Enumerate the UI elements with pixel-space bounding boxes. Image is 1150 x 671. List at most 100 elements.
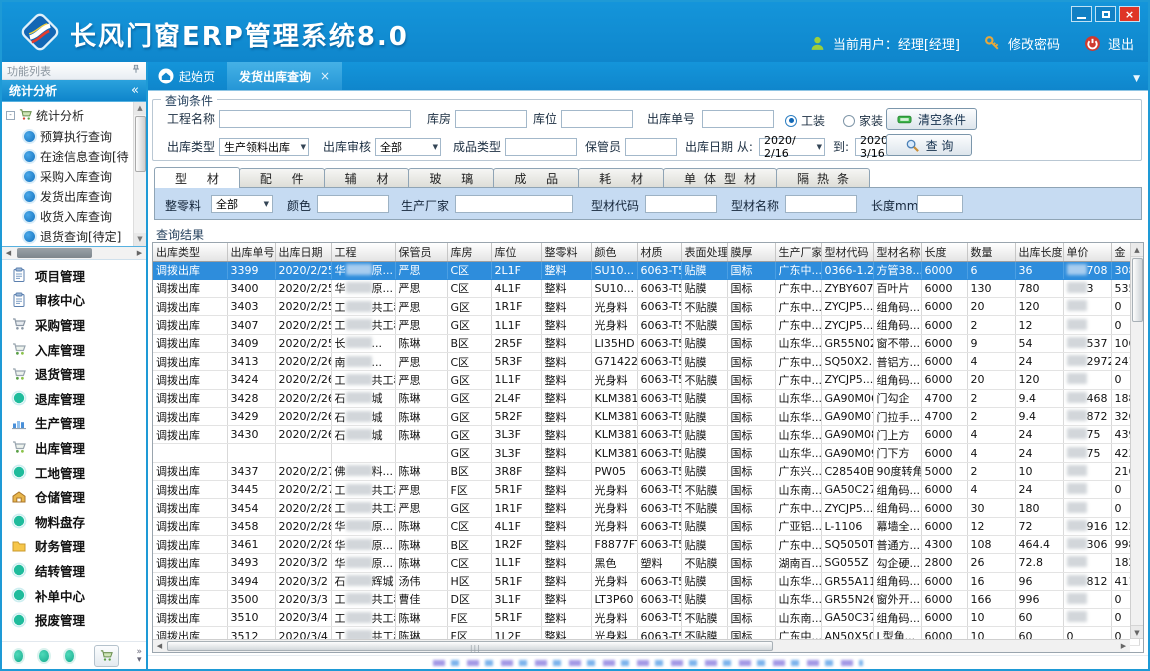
column-header[interactable]: 颜色 <box>591 243 637 261</box>
table-row[interactable]: 调拨出库34932020/3/2华原...陈琳C区1L1F整料黑色塑料不贴膜国标… <box>153 554 1139 572</box>
nav-group-item[interactable]: 结转管理 <box>2 558 146 583</box>
location-input[interactable] <box>561 110 633 128</box>
tab-home[interactable]: 起始页 <box>148 62 227 90</box>
table-row[interactable]: G区3L3F整料KLM38176063-T5贴膜国标山东华...GA90M09.… <box>153 444 1139 462</box>
column-header[interactable]: 库房 <box>447 243 491 261</box>
clear-conditions-button[interactable]: 清空条件 <box>886 108 977 130</box>
nav-group-item[interactable]: 退库管理 <box>2 386 146 411</box>
radio-selected-icon[interactable] <box>785 115 797 127</box>
table-row[interactable]: 调拨出库33992020/2/25华原...严思C区2L1F整料SU10...6… <box>153 261 1139 279</box>
table-row[interactable]: 调拨出库34452020/2/27工共工程严思F区5R1F整料光身料6063-T… <box>153 481 1139 499</box>
nav-group-item[interactable]: 财务管理 <box>2 534 146 559</box>
column-header[interactable]: 生产厂家 <box>775 243 821 261</box>
material-tab[interactable]: 耗 材 <box>578 168 664 188</box>
nav-group-item[interactable]: 出库管理 <box>2 435 146 460</box>
table-row[interactable]: 调拨出库34582020/2/28华原...陈琳C区4L1F整料光身料6063-… <box>153 517 1139 535</box>
group-dot-icon[interactable] <box>14 650 23 662</box>
scroll-left-icon[interactable]: ◀ <box>2 247 15 259</box>
tree-root-node[interactable]: - 统计分析 <box>6 105 144 126</box>
date-from-picker[interactable]: 2020/ 2/16▼ <box>759 138 825 156</box>
more-groups-icon[interactable]: »▾ <box>137 648 143 664</box>
order-no-input[interactable] <box>702 110 774 128</box>
table-row[interactable]: 调拨出库34372020/2/27佛料...陈琳B区3R8F整料PW056063… <box>153 462 1139 480</box>
tree-item[interactable]: 采购入库查询 <box>6 166 144 186</box>
logout-link[interactable]: 退出 <box>1108 34 1134 53</box>
table-row[interactable]: 调拨出库35102020/3/4工共工程陈琳F区5R1F整料光身料6063-T5… <box>153 609 1139 627</box>
scrollbar-thumb[interactable] <box>1132 258 1143 322</box>
column-header[interactable]: 出库单号 <box>227 243 275 261</box>
table-row[interactable]: 调拨出库34132020/2/26南...严思C区5R3F整料G71422606… <box>153 352 1139 370</box>
table-row[interactable]: 调拨出库34072020/2/25工共工程严思G区1L1F整料光身料6063-T… <box>153 316 1139 334</box>
active-group-button[interactable] <box>94 645 118 667</box>
tree-item[interactable]: 预算执行查询 <box>6 126 144 146</box>
product-type-input[interactable] <box>505 138 577 156</box>
column-header[interactable]: 整零料 <box>541 243 591 261</box>
material-tab[interactable]: 单体型材 <box>663 168 777 188</box>
sidebar-section-header[interactable]: 统计分析 « <box>2 80 146 101</box>
nav-group-item[interactable]: 退货管理 <box>2 361 146 386</box>
column-header[interactable]: 表面处理 <box>681 243 727 261</box>
change-password-link[interactable]: 修改密码 <box>1008 34 1060 53</box>
close-button[interactable]: × <box>1119 6 1140 22</box>
scroll-right-icon[interactable]: ▶ <box>133 247 146 259</box>
table-row[interactable]: 调拨出库34002020/2/25华原...严思C区4L1F整料SU10...6… <box>153 279 1139 297</box>
table-row[interactable]: 调拨出库34032020/2/25工共工程严思G区1R1F整料光身料6063-T… <box>153 298 1139 316</box>
column-header[interactable]: 出库日期 <box>275 243 331 261</box>
profile-code-input[interactable] <box>645 195 717 213</box>
tree-collapse-box[interactable]: - <box>6 111 15 120</box>
tab-list-dropdown-icon[interactable]: ▼ <box>1133 74 1140 84</box>
scrollbar-thumb[interactable] <box>17 248 92 258</box>
length-input[interactable] <box>917 195 963 213</box>
scroll-down-icon[interactable]: ▼ <box>1131 625 1143 639</box>
scroll-up-icon[interactable]: ▲ <box>134 102 146 115</box>
column-header[interactable]: 材质 <box>637 243 681 261</box>
scroll-up-icon[interactable]: ▲ <box>1131 243 1143 257</box>
tree-item[interactable]: 发货出库查询 <box>6 186 144 206</box>
column-header[interactable]: 保管员 <box>395 243 447 261</box>
table-row[interactable]: 调拨出库34292020/2/26石城陈琳G区5R2F整料KLM38176063… <box>153 407 1139 425</box>
radio-jiazhuang[interactable]: 家装 <box>843 112 883 129</box>
tree-item[interactable]: 退货查询[待定] <box>6 226 144 246</box>
search-button[interactable]: 查 询 <box>886 134 972 156</box>
nav-group-item[interactable]: 仓储管理 <box>2 484 146 509</box>
project-name-input[interactable] <box>219 110 411 128</box>
nav-group-item[interactable]: 审核中心 <box>2 288 146 313</box>
scroll-down-icon[interactable]: ▼ <box>134 233 146 246</box>
radio-unselected-icon[interactable] <box>843 115 855 127</box>
nav-group-item[interactable]: 项目管理 <box>2 263 146 288</box>
grid-vertical-scrollbar[interactable]: ▲ ▼ <box>1130 243 1143 639</box>
material-tab[interactable]: 成 品 <box>493 168 579 188</box>
tree-horizontal-scrollbar[interactable]: ◀ ▶ <box>2 247 146 260</box>
table-row[interactable]: 调拨出库34242020/2/26工共工程严思G区1L1F整料光身料6063-T… <box>153 371 1139 389</box>
radio-gongzhuang[interactable]: 工装 <box>785 112 825 129</box>
material-tab[interactable]: 配 件 <box>239 168 325 188</box>
keeper-input[interactable] <box>625 138 677 156</box>
profile-name-input[interactable] <box>785 195 857 213</box>
column-header[interactable]: 出库类型 <box>153 243 227 261</box>
table-row[interactable]: 调拨出库34942020/3/2石辉城汤伟H区5R1F整料光身料6063-T5贴… <box>153 572 1139 590</box>
material-tab[interactable]: 隔热条 <box>776 168 870 188</box>
scrollbar-thumb[interactable]: ||| <box>167 641 773 651</box>
column-header[interactable]: 出库长度 <box>1015 243 1063 261</box>
table-row[interactable]: 调拨出库34282020/2/26石城陈琳G区2L4F整料KLM38176063… <box>153 389 1139 407</box>
tab-shipping-query[interactable]: 发货出库查询 × <box>227 62 342 90</box>
nav-group-item[interactable]: 补单中心 <box>2 583 146 608</box>
column-header[interactable]: 数量 <box>967 243 1015 261</box>
table-row[interactable]: 调拨出库34542020/2/28工共工程严思G区1R1F整料光身料6063-T… <box>153 499 1139 517</box>
audit-select[interactable]: 全部▼ <box>375 138 441 156</box>
nav-group-item[interactable]: 工地管理 <box>2 460 146 485</box>
nav-group-item[interactable]: 生产管理 <box>2 411 146 436</box>
material-tab[interactable]: 型 材 <box>154 167 240 188</box>
group-dot-icon[interactable] <box>39 650 48 662</box>
column-header[interactable]: 膜厚 <box>727 243 775 261</box>
out-type-select[interactable]: 生产领料出库▼ <box>219 138 309 156</box>
scroll-right-icon[interactable]: ▶ <box>1117 640 1130 652</box>
whole-part-select[interactable]: 全部▼ <box>211 195 273 213</box>
table-row[interactable]: 调拨出库34302020/2/26石城陈琳G区3L3F整料KLM38176063… <box>153 426 1139 444</box>
minimize-button[interactable] <box>1071 6 1092 22</box>
scrollbar-thumb[interactable] <box>135 116 146 172</box>
tree-vertical-scrollbar[interactable]: ▲ ▼ <box>133 102 146 246</box>
tree-item[interactable]: 在途信息查询[待 <box>6 146 144 166</box>
pin-icon[interactable] <box>131 64 141 77</box>
column-header[interactable]: 工程 <box>331 243 395 261</box>
